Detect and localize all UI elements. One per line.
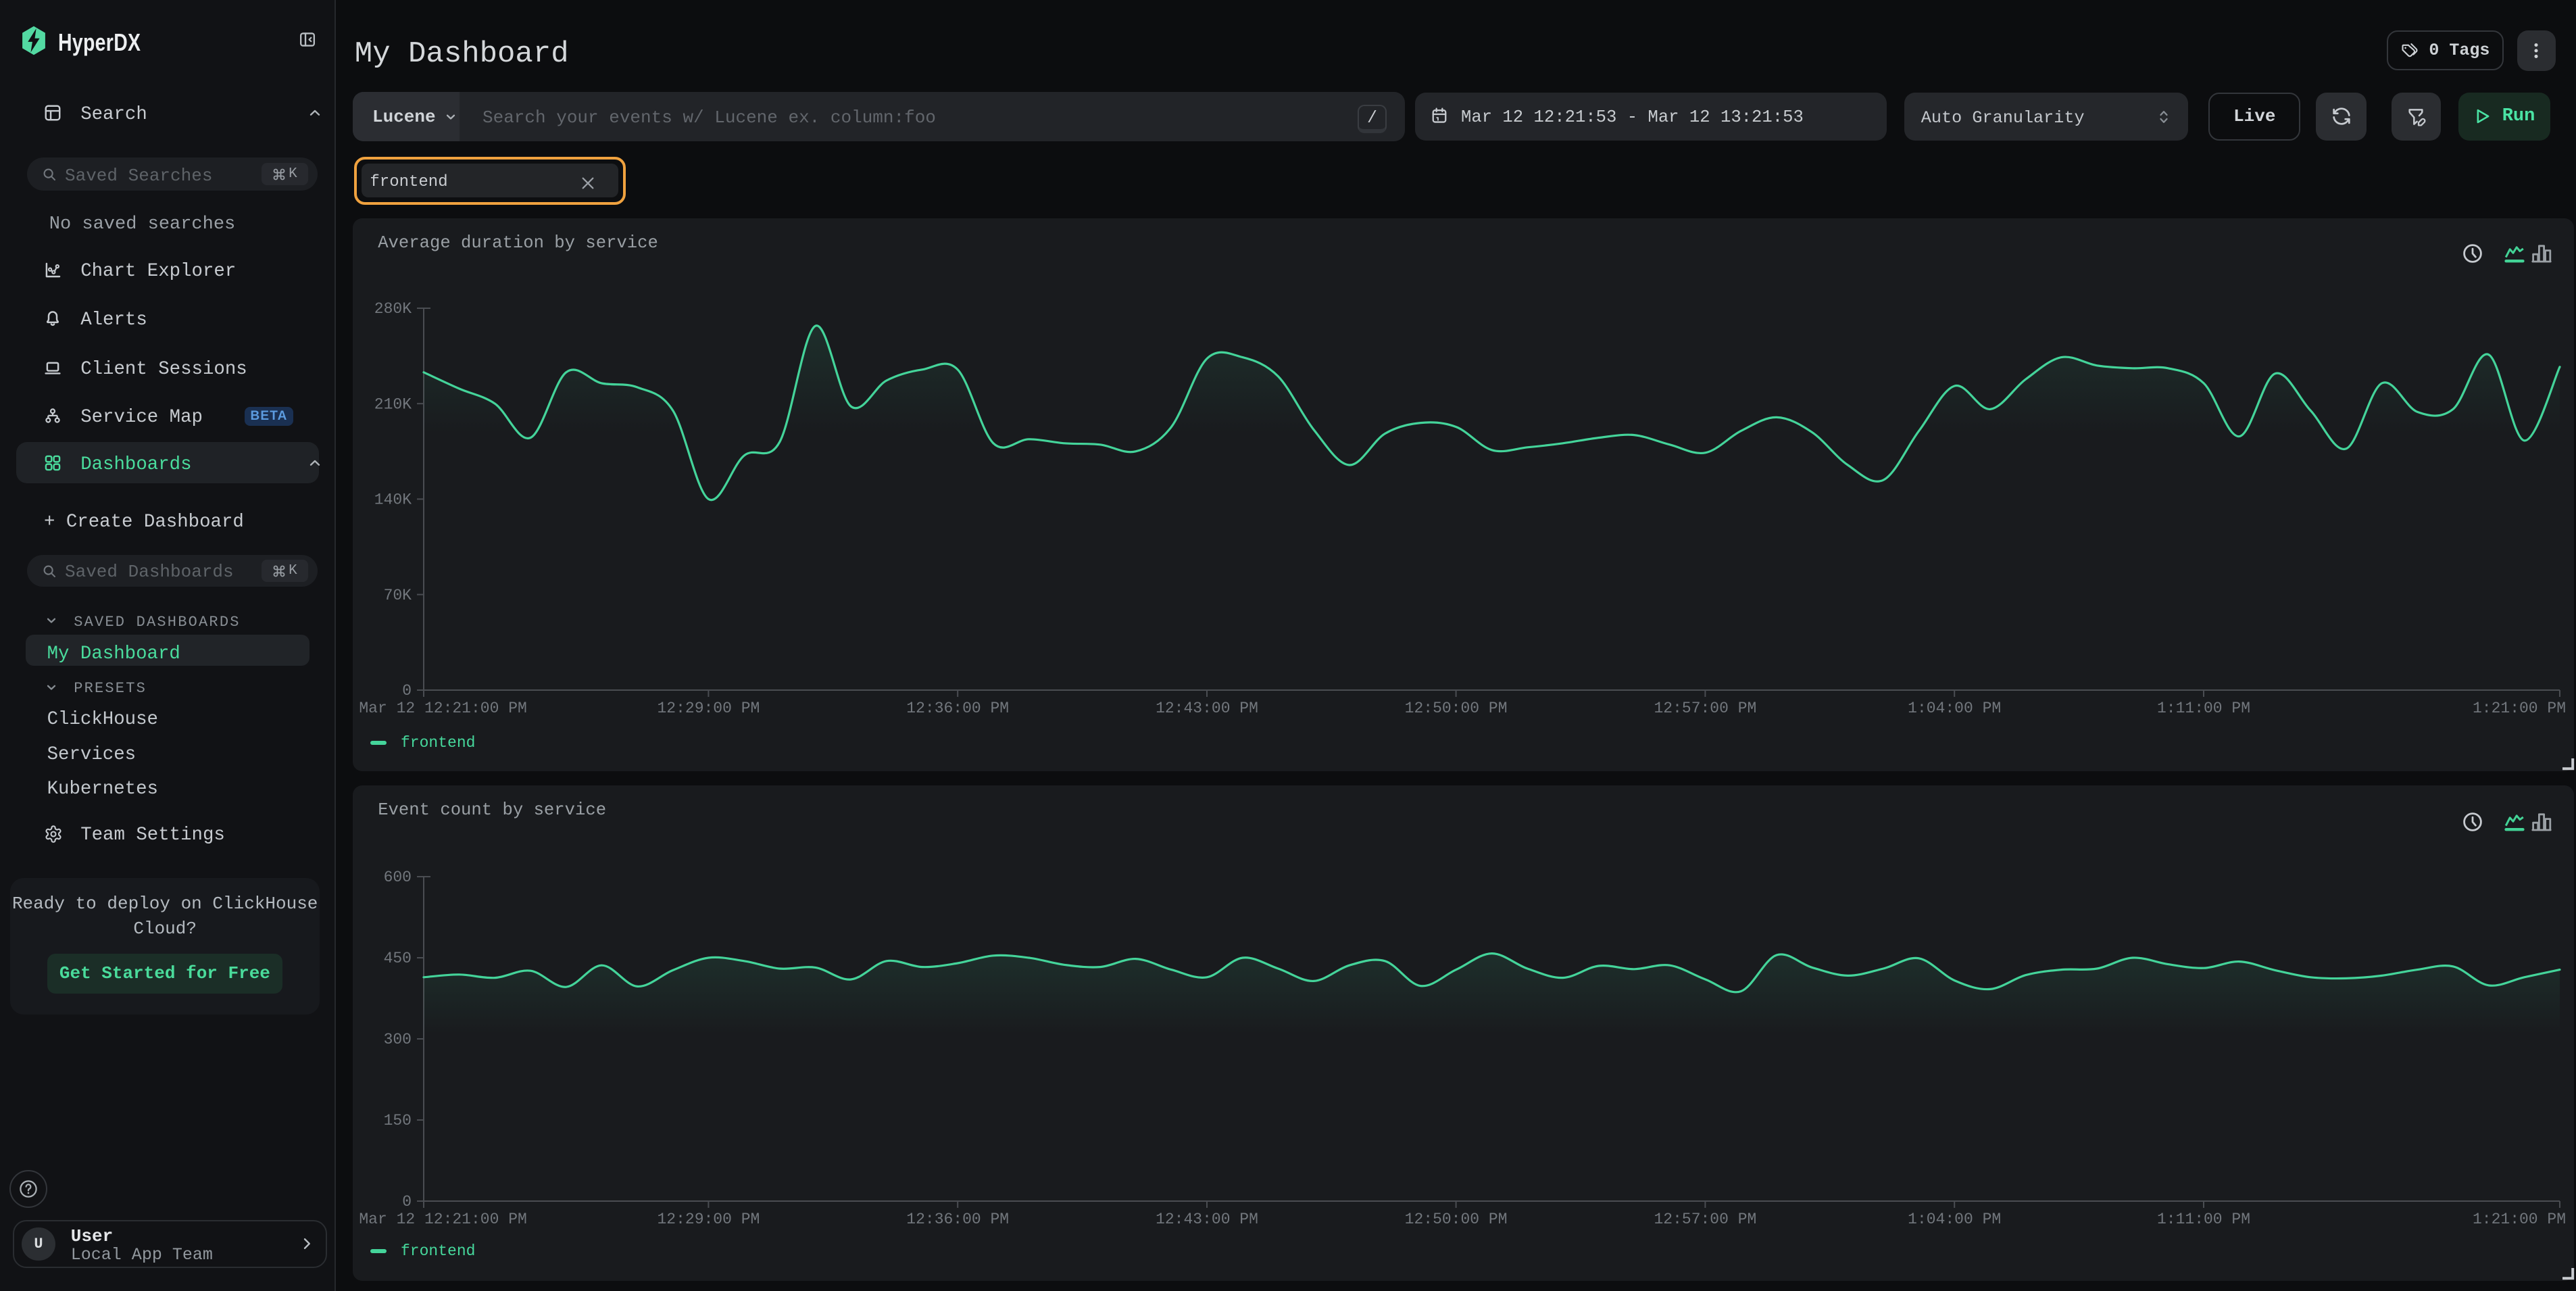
svg-text:12:43:00 PM: 12:43:00 PM: [1156, 700, 1258, 717]
svg-text:1:21:00 PM: 1:21:00 PM: [2473, 700, 2566, 717]
svg-text:12:43:00 PM: 12:43:00 PM: [1156, 1211, 1258, 1228]
svg-text:12:29:00 PM: 12:29:00 PM: [657, 1211, 760, 1228]
svg-text:0: 0: [402, 682, 412, 700]
svg-text:600: 600: [384, 869, 412, 886]
svg-text:12:36:00 PM: 12:36:00 PM: [906, 700, 1009, 717]
svg-text:12:57:00 PM: 12:57:00 PM: [1654, 1211, 1756, 1228]
svg-text:Mar 12 12:21:00 PM: Mar 12 12:21:00 PM: [359, 1211, 526, 1228]
svg-text:450: 450: [384, 950, 412, 967]
svg-text:12:50:00 PM: 12:50:00 PM: [1405, 700, 1508, 717]
svg-text:12:29:00 PM: 12:29:00 PM: [657, 700, 760, 717]
svg-text:1:04:00 PM: 1:04:00 PM: [1908, 700, 2001, 717]
svg-text:0: 0: [402, 1193, 412, 1211]
svg-text:1:21:00 PM: 1:21:00 PM: [2473, 1211, 2566, 1228]
svg-text:12:36:00 PM: 12:36:00 PM: [906, 1211, 1009, 1228]
svg-text:280K: 280K: [374, 300, 412, 318]
svg-text:70K: 70K: [384, 587, 412, 604]
svg-text:1:11:00 PM: 1:11:00 PM: [2157, 700, 2250, 717]
svg-text:1:04:00 PM: 1:04:00 PM: [1908, 1211, 2001, 1228]
svg-text:12:50:00 PM: 12:50:00 PM: [1405, 1211, 1508, 1228]
svg-text:210K: 210K: [374, 395, 412, 413]
svg-text:Mar 12 12:21:00 PM: Mar 12 12:21:00 PM: [359, 700, 526, 717]
svg-text:300: 300: [384, 1031, 412, 1048]
svg-text:140K: 140K: [374, 491, 412, 509]
svg-text:150: 150: [384, 1112, 412, 1129]
svg-text:1:11:00 PM: 1:11:00 PM: [2157, 1211, 2250, 1228]
svg-text:12:57:00 PM: 12:57:00 PM: [1654, 700, 1756, 717]
